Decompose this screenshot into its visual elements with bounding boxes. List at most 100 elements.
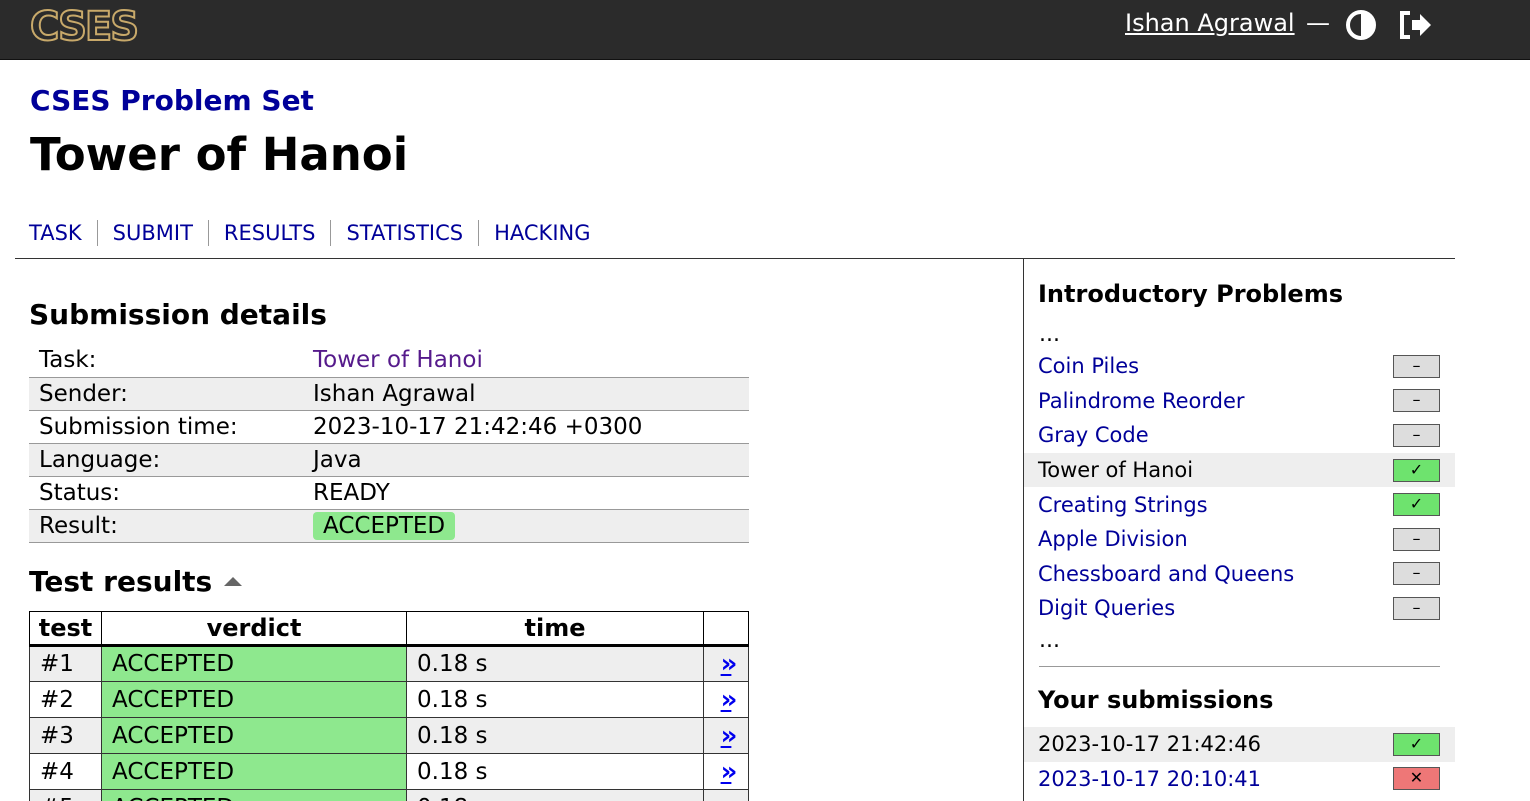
svg-text:CSES: CSES <box>30 7 137 47</box>
status-unsolved-icon: – <box>1393 389 1440 413</box>
problem-link[interactable]: Coin Piles <box>1038 354 1139 378</box>
test-number: #4 <box>29 753 102 790</box>
detail-row-status: Status: READY <box>29 476 749 510</box>
test-details-cell: » <box>703 681 749 718</box>
test-details-cell: » <box>703 789 749 801</box>
list-ellipsis-top: ... <box>1039 322 1060 347</box>
tab-hacking[interactable]: HACKING <box>478 220 605 246</box>
detail-label: Language: <box>29 443 303 477</box>
problem-link[interactable]: Apple Division <box>1038 527 1188 551</box>
view-test-icon[interactable]: » <box>721 757 738 787</box>
sidebar-item-chessboard-and-queens[interactable]: Chessboard and Queens – <box>1024 557 1455 592</box>
content-divider <box>15 258 1455 259</box>
tab-statistics[interactable]: STATISTICS <box>330 220 478 246</box>
problem-set-link[interactable]: CSES Problem Set <box>30 84 314 117</box>
detail-label: Submission time: <box>29 410 303 444</box>
test-verdict: ACCEPTED <box>101 753 407 790</box>
list-ellipsis-bottom: ... <box>1039 628 1060 653</box>
test-number: #5 <box>29 789 102 801</box>
current-problem-label: Tower of Hanoi <box>1038 458 1194 483</box>
view-test-icon[interactable]: » <box>721 649 738 679</box>
test-verdict: ACCEPTED <box>101 789 407 801</box>
detail-value: Ishan Agrawal <box>303 377 749 411</box>
status-unsolved-icon: – <box>1393 527 1440 551</box>
detail-value: 2023-10-17 21:42:46 +0300 <box>303 410 749 444</box>
sidebar-item-coin-piles[interactable]: Coin Piles – <box>1024 349 1455 384</box>
problem-list: Coin Piles – Palindrome Reorder – Gray C… <box>1024 349 1455 626</box>
test-number: #1 <box>29 645 102 682</box>
table-row: #5 ACCEPTED 0.18 s » <box>29 789 749 801</box>
cses-logo[interactable]: CSES <box>28 7 166 47</box>
collapse-caret-icon[interactable] <box>224 577 243 586</box>
user-name-link[interactable]: Ishan Agrawal <box>1125 9 1295 37</box>
sidebar-item-apple-division[interactable]: Apple Division – <box>1024 522 1455 557</box>
detail-row-sender: Sender: Ishan Agrawal <box>29 377 749 411</box>
problem-link[interactable]: Digit Queries <box>1038 596 1175 620</box>
test-results-heading[interactable]: Test results <box>29 565 243 598</box>
status-unsolved-icon: – <box>1393 354 1440 378</box>
sidebar-item-palindrome-reorder[interactable]: Palindrome Reorder – <box>1024 384 1455 419</box>
status-solved-icon: ✓ <box>1393 458 1440 482</box>
sidebar-item-creating-strings[interactable]: Creating Strings ✓ <box>1024 487 1455 522</box>
test-number: #3 <box>29 717 102 754</box>
task-link[interactable]: Tower of Hanoi <box>313 347 483 373</box>
test-results-title: Test results <box>29 565 213 598</box>
test-time: 0.18 s <box>406 717 704 754</box>
submission-link[interactable]: 2023-10-17 20:10:41 <box>1038 767 1261 791</box>
view-test-icon[interactable]: » <box>721 721 738 751</box>
result-badge: ACCEPTED <box>313 511 456 540</box>
submission-item[interactable]: 2023-10-17 20:10:41 ✕ <box>1024 762 1455 797</box>
column-header-time: time <box>406 611 704 647</box>
user-separator: — <box>1306 9 1330 37</box>
submission-list: 2023-10-17 21:42:46 ✓ 2023-10-17 20:10:4… <box>1024 727 1455 796</box>
tab-results[interactable]: RESULTS <box>207 220 331 246</box>
test-verdict: ACCEPTED <box>101 645 407 682</box>
table-header-row: test verdict time <box>29 611 749 647</box>
test-time: 0.18 s <box>406 645 704 682</box>
view-test-icon[interactable]: » <box>721 793 738 801</box>
test-details-cell: » <box>703 717 749 754</box>
problem-link[interactable]: Chessboard and Queens <box>1038 562 1294 586</box>
problem-link[interactable]: Creating Strings <box>1038 493 1208 517</box>
problem-link[interactable]: Palindrome Reorder <box>1038 389 1245 413</box>
column-header-verdict: verdict <box>101 611 407 647</box>
detail-row-time: Submission time: 2023-10-17 21:42:46 +03… <box>29 410 749 444</box>
problem-link[interactable]: Gray Code <box>1038 423 1149 447</box>
submission-details-heading: Submission details <box>29 298 327 331</box>
detail-label: Sender: <box>29 377 303 411</box>
status-solved-icon: ✓ <box>1393 493 1440 517</box>
submission-time-label: 2023-10-17 21:42:46 <box>1038 732 1262 757</box>
sidebar-item-digit-queries[interactable]: Digit Queries – <box>1024 591 1455 626</box>
status-rejected-icon: ✕ <box>1393 767 1440 791</box>
detail-row-language: Language: Java <box>29 443 749 477</box>
view-test-icon[interactable]: » <box>721 685 738 715</box>
test-time: 0.18 s <box>406 681 704 718</box>
table-row: #1 ACCEPTED 0.18 s » <box>29 645 749 682</box>
submission-details-table: Task: Tower of Hanoi Sender: Ishan Agraw… <box>29 344 749 543</box>
logout-icon[interactable] <box>1398 9 1434 41</box>
sidebar-item-gray-code[interactable]: Gray Code – <box>1024 418 1455 453</box>
page-title: Tower of Hanoi <box>30 128 409 181</box>
tab-submit[interactable]: SUBMIT <box>96 220 208 246</box>
column-header-test: test <box>29 611 102 647</box>
detail-value: ACCEPTED <box>303 509 749 543</box>
table-row: #3 ACCEPTED 0.18 s » <box>29 717 749 754</box>
test-number: #2 <box>29 681 102 718</box>
sidebar-item-tower-of-hanoi: Tower of Hanoi ✓ <box>1024 452 1455 488</box>
detail-label: Task: <box>29 344 303 378</box>
status-unsolved-icon: – <box>1393 423 1440 447</box>
test-details-cell: » <box>703 645 749 682</box>
test-results-table: test verdict time #1 ACCEPTED 0.18 s » #… <box>29 611 749 801</box>
status-unsolved-icon: – <box>1393 562 1440 586</box>
top-bar: CSES Ishan Agrawal — <box>0 0 1530 60</box>
problem-tabs: TASK SUBMIT RESULTS STATISTICS HACKING <box>29 219 606 247</box>
detail-row-result: Result: ACCEPTED <box>29 509 749 543</box>
submission-item-current: 2023-10-17 21:42:46 ✓ <box>1024 727 1455 762</box>
sidebar-heading: Introductory Problems <box>1038 280 1343 308</box>
detail-value: READY <box>303 476 749 510</box>
your-submissions-heading: Your submissions <box>1038 686 1274 714</box>
detail-label: Result: <box>29 509 303 543</box>
tab-task[interactable]: TASK <box>29 220 97 246</box>
contrast-icon[interactable] <box>1345 9 1377 41</box>
detail-row-task: Task: Tower of Hanoi <box>29 344 749 378</box>
